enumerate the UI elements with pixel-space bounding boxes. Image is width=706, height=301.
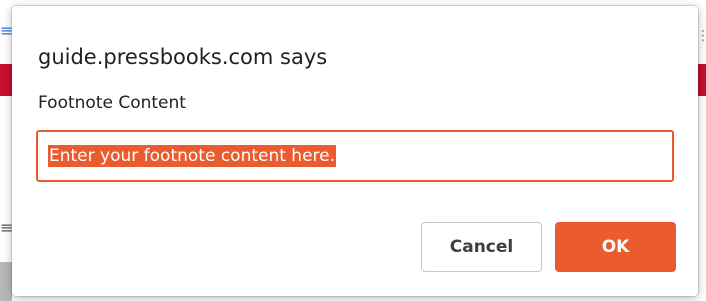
background-list-icon: ≡ — [0, 218, 14, 237]
footnote-content-label: Footnote Content — [38, 93, 186, 113]
browser-page: ≡ ⋮ ≡ guide.pressbooks.com says Footnote… — [0, 0, 706, 301]
prompt-dialog: guide.pressbooks.com says Footnote Conte… — [12, 6, 698, 296]
background-menu-icon: ≡ — [0, 21, 14, 40]
footnote-content-input[interactable]: Enter your footnote content here. — [36, 130, 674, 182]
footnote-content-input-value[interactable]: Enter your footnote content here. — [48, 145, 337, 167]
background-panel — [0, 262, 12, 301]
ok-button[interactable]: OK — [555, 222, 676, 272]
dialog-title: guide.pressbooks.com says — [38, 45, 328, 69]
cancel-button[interactable]: Cancel — [421, 222, 542, 272]
